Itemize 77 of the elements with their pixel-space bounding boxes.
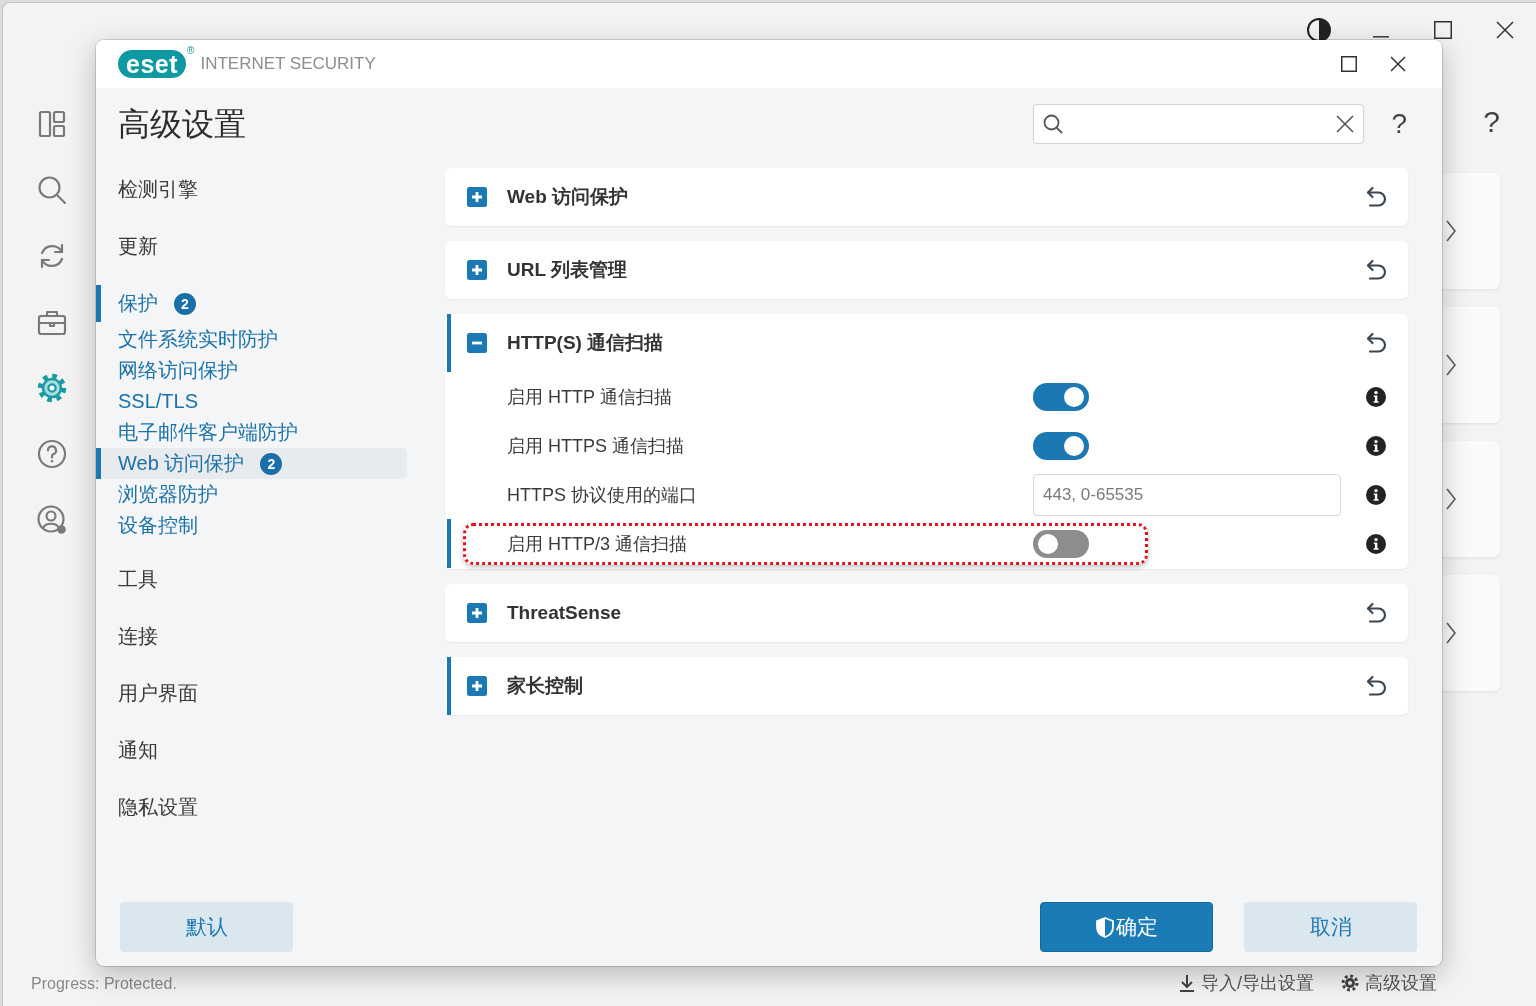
undo-icon[interactable] <box>1365 186 1387 208</box>
product-name: INTERNET SECURITY <box>200 54 376 74</box>
nav-item[interactable]: 通知 <box>118 732 158 769</box>
minimize-icon[interactable] <box>1373 35 1389 38</box>
help-button[interactable]: ? <box>1391 108 1407 140</box>
nav-item[interactable]: 用户界面 <box>118 675 198 712</box>
clear-icon[interactable] <box>1336 115 1355 133</box>
dashboard-icon[interactable] <box>37 109 67 139</box>
nav-item[interactable]: 保护 2 <box>118 285 196 322</box>
search-icon[interactable] <box>37 175 67 205</box>
section-title: 家长控制 <box>507 674 583 698</box>
expand-icon[interactable] <box>467 676 487 696</box>
ok-button[interactable]: 确定 <box>1040 902 1213 952</box>
chevron-right-icon <box>1446 488 1456 510</box>
undo-icon[interactable] <box>1365 602 1387 624</box>
nav-item[interactable]: Web 访问保护 2 <box>101 448 407 479</box>
cancel-button[interactable]: 取消 <box>1244 902 1417 952</box>
toggle-switch[interactable] <box>1033 382 1089 411</box>
count-badge: 2 <box>174 292 196 315</box>
section-title: HTTP(S) 通信扫描 <box>507 331 664 355</box>
contrast-icon[interactable] <box>1307 17 1331 42</box>
undo-icon[interactable] <box>1365 332 1387 354</box>
info-icon[interactable] <box>1366 484 1386 505</box>
settings-icon[interactable] <box>37 373 67 403</box>
maximize-icon[interactable] <box>1434 20 1452 39</box>
expand-icon[interactable] <box>467 187 487 207</box>
chevron-right-icon <box>1446 622 1456 644</box>
expand-icon[interactable] <box>467 603 487 623</box>
undo-icon[interactable] <box>1365 259 1387 281</box>
settings-icon <box>1341 974 1359 992</box>
nav-item[interactable]: 检测引擎 <box>118 171 198 208</box>
default-button[interactable]: 默认 <box>120 902 293 952</box>
footer-link[interactable]: 高级设置 <box>1341 972 1437 994</box>
toggle-switch[interactable] <box>1033 529 1089 558</box>
nav-item[interactable]: 电子邮件客户端防护 <box>118 417 298 448</box>
shield-icon <box>1095 916 1114 938</box>
help-icon[interactable] <box>37 439 67 469</box>
toggle-switch[interactable] <box>1033 431 1089 460</box>
help-button[interactable]: ? <box>1483 106 1500 138</box>
setting-label: 启用 HTTP 通信扫描 <box>507 385 672 409</box>
search-field[interactable] <box>1033 104 1365 144</box>
nav-item[interactable]: 设备控制 <box>118 510 198 541</box>
user-icon[interactable] <box>37 505 67 535</box>
search-icon <box>1043 114 1064 134</box>
footer-link[interactable]: 导入/导出设置 <box>1179 972 1314 994</box>
nav-item[interactable]: 连接 <box>118 618 158 655</box>
section-title: URL 列表管理 <box>507 258 627 282</box>
nav-item[interactable]: 更新 <box>118 228 158 265</box>
section-title: Web 访问保护 <box>507 185 629 209</box>
info-icon[interactable] <box>1366 386 1386 407</box>
undo-icon[interactable] <box>1365 675 1387 697</box>
close-icon[interactable] <box>1496 20 1514 39</box>
arrow-down-icon <box>1179 974 1195 992</box>
dialog-title: 高级设置 <box>118 105 246 144</box>
status-text: Progress: Protected. <box>31 974 177 994</box>
info-icon[interactable] <box>1366 435 1386 456</box>
chevron-right-icon <box>1446 220 1456 242</box>
setting-label: HTTPS 协议使用的端口 <box>507 483 697 507</box>
close-icon[interactable] <box>1389 56 1406 72</box>
maximize-icon[interactable] <box>1340 56 1357 72</box>
setting-label: 启用 HTTPS 通信扫描 <box>507 434 684 458</box>
collapse-icon[interactable] <box>467 333 487 353</box>
registered-mark: ® <box>187 46 195 56</box>
nav-item[interactable]: 文件系统实时防护 <box>118 324 278 355</box>
info-icon[interactable] <box>1366 533 1386 554</box>
nav-item[interactable]: 工具 <box>118 561 158 598</box>
expand-icon[interactable] <box>467 260 487 280</box>
section-title: ThreatSense <box>507 602 622 624</box>
brand-logo: eset <box>118 50 187 78</box>
nav-item[interactable]: 网络访问保护 <box>118 355 238 386</box>
count-badge: 2 <box>260 452 283 475</box>
nav-item[interactable]: SSL/TLS <box>118 386 199 417</box>
input-field[interactable]: 443, 0-65535 <box>1033 473 1341 516</box>
nav-item[interactable]: 隐私设置 <box>118 789 198 826</box>
chevron-right-icon <box>1446 354 1456 376</box>
nav-item[interactable]: 浏览器防护 <box>118 479 218 510</box>
setting-label: 启用 HTTP/3 通信扫描 <box>507 532 687 556</box>
